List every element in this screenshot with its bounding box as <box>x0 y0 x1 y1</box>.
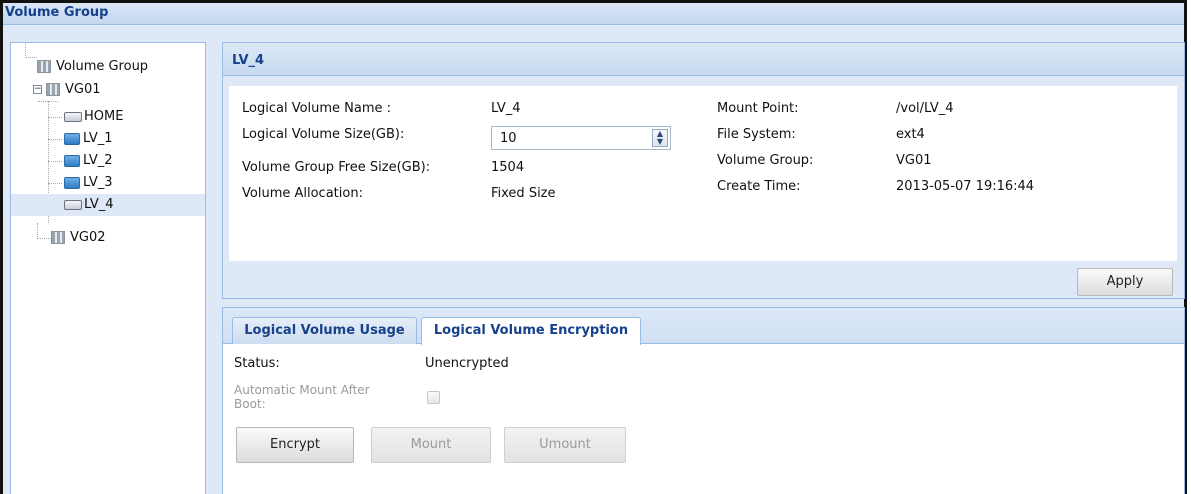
tree-connector <box>48 183 62 184</box>
tree-item-label: HOME <box>84 109 124 124</box>
tree-item-label: LV_1 <box>83 131 113 146</box>
tree-item-label: VG01 <box>65 82 101 97</box>
mount-point-value: /vol/LV_4 <box>896 101 954 116</box>
volume-group-icon <box>51 231 65 244</box>
spin-down-icon[interactable]: ▼ <box>653 138 667 146</box>
tree-connector <box>48 139 62 140</box>
lv-size-spinner[interactable]: ▲ ▼ <box>491 126 671 150</box>
tab-logical-volume-usage[interactable]: Logical Volume Usage <box>232 317 417 344</box>
volume-group-icon <box>37 60 51 73</box>
volume-detail-panel: LV_4 Logical Volume Name : LV_4 Logical … <box>222 42 1185 299</box>
encryption-status-label: Status: <box>234 356 280 371</box>
apply-button[interactable]: Apply <box>1077 268 1173 296</box>
hard-disk-icon <box>64 111 82 122</box>
tree-item-lv2[interactable]: LV_2 <box>64 150 112 172</box>
tree-connector <box>48 161 62 162</box>
volume-allocation-value: Fixed Size <box>491 186 556 201</box>
create-time-label: Create Time: <box>717 179 801 194</box>
collapse-icon[interactable]: − <box>33 85 42 94</box>
tree-item-label: LV_2 <box>83 153 113 168</box>
umount-button[interactable]: Umount <box>504 427 626 463</box>
tree-item-lv1[interactable]: LV_1 <box>64 128 112 150</box>
tree-item-label: LV_4 <box>84 197 114 212</box>
vg-free-size-value: 1504 <box>491 160 525 175</box>
spinner-buttons[interactable]: ▲ ▼ <box>652 129 668 147</box>
lv-size-input[interactable] <box>492 127 642 149</box>
auto-mount-label-line2: Boot: <box>234 397 266 411</box>
volume-group-label: Volume Group: <box>717 153 814 168</box>
tree-item-vg01[interactable]: − VG01 <box>33 79 101 101</box>
tree-connector <box>37 223 51 239</box>
logical-volume-tabs-panel: Logical Volume Usage Logical Volume Encr… <box>222 307 1185 494</box>
volume-group-value: VG01 <box>896 153 932 168</box>
tree-item-home[interactable]: HOME <box>64 106 123 128</box>
app-title: Volume Group <box>3 3 1184 25</box>
tree-item-lv3[interactable]: LV_3 <box>64 172 112 194</box>
volume-allocation-label: Volume Allocation: <box>242 186 363 201</box>
mount-point-label: Mount Point: <box>717 101 799 116</box>
create-time-value: 2013-05-07 19:16:44 <box>896 179 1035 194</box>
tree-item-vg02[interactable]: VG02 <box>51 227 106 249</box>
tree-connector <box>48 117 62 118</box>
tree-item-label: VG02 <box>70 230 106 245</box>
tree-item-volume-group[interactable]: Volume Group <box>37 56 148 78</box>
auto-mount-label: Automatic Mount After Boot: <box>234 383 370 411</box>
panel-title: LV_4 <box>223 43 1184 76</box>
mount-button[interactable]: Mount <box>371 427 491 463</box>
logical-volume-icon <box>64 176 80 189</box>
detail-form: Logical Volume Name : LV_4 Logical Volum… <box>229 86 1177 261</box>
encrypt-button[interactable]: Encrypt <box>236 427 354 463</box>
tree-item-label: Volume Group <box>56 59 149 74</box>
hard-disk-icon <box>64 199 82 210</box>
tree-item-lv4[interactable]: LV_4 <box>11 194 205 216</box>
volume-tree: Volume Group − VG01 HOME LV_1 LV_2 LV_3 L… <box>10 42 206 494</box>
lv-size-label: Logical Volume Size(GB): <box>242 127 405 142</box>
volume-group-icon <box>46 83 60 96</box>
logical-volume-icon <box>64 154 80 167</box>
auto-mount-label-line1: Automatic Mount After <box>234 383 370 397</box>
tab-logical-volume-encryption[interactable]: Logical Volume Encryption <box>421 317 641 345</box>
file-system-label: File System: <box>717 127 796 142</box>
tab-strip: Logical Volume Usage Logical Volume Encr… <box>223 308 1184 345</box>
vg-free-size-label: Volume Group Free Size(GB): <box>242 160 431 175</box>
file-system-value: ext4 <box>896 127 925 142</box>
tree-item-label: LV_3 <box>83 175 113 190</box>
tree-connector <box>25 43 37 58</box>
logical-volume-icon <box>64 132 80 145</box>
lv-name-label: Logical Volume Name : <box>242 101 392 116</box>
encryption-status-value: Unencrypted <box>425 356 509 371</box>
auto-mount-checkbox[interactable] <box>427 391 440 404</box>
lv-name-value: LV_4 <box>491 101 521 116</box>
